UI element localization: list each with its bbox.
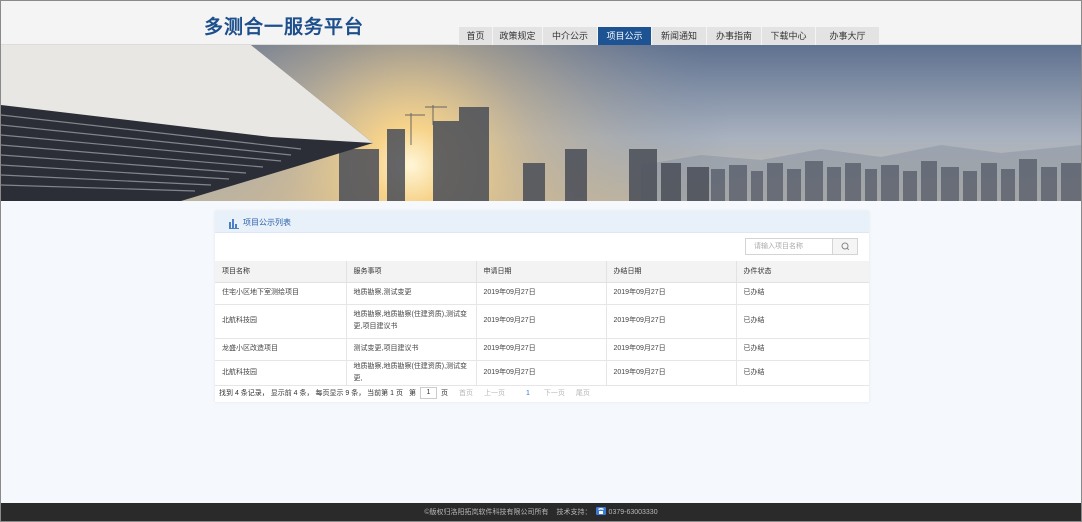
cell-apply-date: 2019年09月27日	[476, 282, 607, 305]
column-header-project-name: 项目名称	[215, 261, 347, 283]
cell-service: 地质勘察,地质勘察(住建资质),测试变更,	[346, 360, 477, 386]
search-button[interactable]	[832, 238, 858, 255]
cell-service: 地质勘察,地质勘察(住建资质),测试变更,项目建议书	[346, 304, 477, 339]
copyright-text: ©版权归洛阳拓岚软件科技有限公司所有	[424, 509, 549, 516]
city-banner-image	[1, 45, 1081, 201]
project-list-panel: 项目公示列表 项目名称 服务事项 申请日期 办结日期 办件状态 住宅小区地下	[215, 211, 869, 402]
cell-project-name: 北航科技园	[215, 360, 347, 386]
site-title[interactable]: 多测合一服务平台	[204, 12, 364, 39]
panel-header: 项目公示列表	[215, 211, 869, 233]
first-page-link[interactable]: 首页	[459, 388, 473, 398]
cell-project-name: 龙盛小区改造项目	[215, 338, 347, 361]
site-footer: ©版权归洛阳拓岚软件科技有限公司所有 技术支持： 0379-63003330	[1, 503, 1081, 521]
page-jump-prefix: 第	[408, 390, 416, 397]
site-header: 多测合一服务平台 首页 政策规定 中介公示 项目公示 新闻通知 办事指南 下载中…	[1, 1, 1081, 45]
page-jump-input[interactable]: 1	[419, 387, 437, 399]
table-header-row: 项目名称 服务事项 申请日期 办结日期 办件状态	[215, 261, 869, 283]
prev-page-link[interactable]: 上一页	[484, 388, 505, 398]
nav-item-guide[interactable]: 办事指南	[706, 27, 761, 45]
nav-item-news[interactable]: 新闻通知	[651, 27, 706, 45]
cell-apply-date: 2019年09月27日	[476, 304, 607, 339]
cell-status: 已办结	[736, 338, 869, 361]
next-page-link[interactable]: 下一页	[544, 388, 565, 398]
cell-apply-date: 2019年09月27日	[476, 360, 607, 386]
project-table: 项目名称 服务事项 申请日期 办结日期 办件状态 住宅小区地下室测绘项目 地质勘…	[215, 261, 869, 386]
cell-status: 已办结	[736, 282, 869, 305]
last-page-link[interactable]: 尾页	[576, 388, 590, 398]
project-search-input[interactable]	[746, 239, 832, 254]
support-phone: 0379-63003330	[608, 508, 658, 516]
cell-status: 已办结	[736, 360, 869, 386]
cell-apply-date: 2019年09月27日	[476, 338, 607, 361]
search-icon	[841, 242, 850, 251]
panel-title: 项目公示列表	[243, 218, 291, 227]
cell-finish-date: 2019年09月27日	[606, 360, 737, 386]
page-jump-suffix: 页	[440, 390, 448, 397]
phone-icon	[595, 507, 606, 517]
cell-finish-date: 2019年09月27日	[606, 338, 737, 361]
column-header-finish-date: 办结日期	[606, 261, 737, 283]
table-row[interactable]: 北航科技园 地质勘察,地质勘察(住建资质),测试变更, 2019年09月27日 …	[215, 360, 869, 386]
bar-chart-icon	[229, 216, 239, 234]
cell-status: 已办结	[736, 304, 869, 339]
cell-project-name: 住宅小区地下室测绘项目	[215, 282, 347, 305]
cell-service: 测试变更,项目建议书	[346, 338, 477, 361]
support-label: 技术支持：	[556, 509, 592, 516]
nav-item-agency[interactable]: 中介公示	[542, 27, 597, 45]
main-nav: 首页 政策规定 中介公示 项目公示 新闻通知 办事指南 下载中心 办事大厅	[458, 27, 879, 45]
column-header-status: 办件状态	[736, 261, 869, 283]
table-row[interactable]: 龙盛小区改造项目 测试变更,项目建议书 2019年09月27日 2019年09月…	[215, 338, 869, 361]
current-page-link[interactable]: 1	[526, 390, 530, 397]
search-box	[745, 238, 858, 255]
nav-item-policy[interactable]: 政策规定	[492, 27, 542, 45]
nav-item-service-hall[interactable]: 办事大厅	[815, 27, 879, 45]
column-header-service: 服务事项	[346, 261, 477, 283]
cell-finish-date: 2019年09月27日	[606, 304, 737, 339]
column-header-apply-date: 申请日期	[476, 261, 607, 283]
cell-service: 地质勘察,测试变更	[346, 282, 477, 305]
nav-item-home[interactable]: 首页	[458, 27, 492, 45]
city-skyline-illustration	[1, 45, 1081, 201]
cell-finish-date: 2019年09月27日	[606, 282, 737, 305]
table-row[interactable]: 住宅小区地下室测绘项目 地质勘察,测试变更 2019年09月27日 2019年0…	[215, 282, 869, 305]
nav-item-downloads[interactable]: 下载中心	[761, 27, 815, 45]
cell-project-name: 北航科技园	[215, 304, 347, 339]
pagination-summary: 找到 4 条记录， 显示前 4 条， 每页显示 9 条， 当前第 1 页	[219, 390, 403, 397]
pagination: 找到 4 条记录， 显示前 4 条， 每页显示 9 条， 当前第 1 页 第 1…	[219, 387, 590, 399]
nav-item-projects[interactable]: 项目公示	[597, 27, 651, 45]
table-row[interactable]: 北航科技园 地质勘察,地质勘察(住建资质),测试变更,项目建议书 2019年09…	[215, 304, 869, 339]
